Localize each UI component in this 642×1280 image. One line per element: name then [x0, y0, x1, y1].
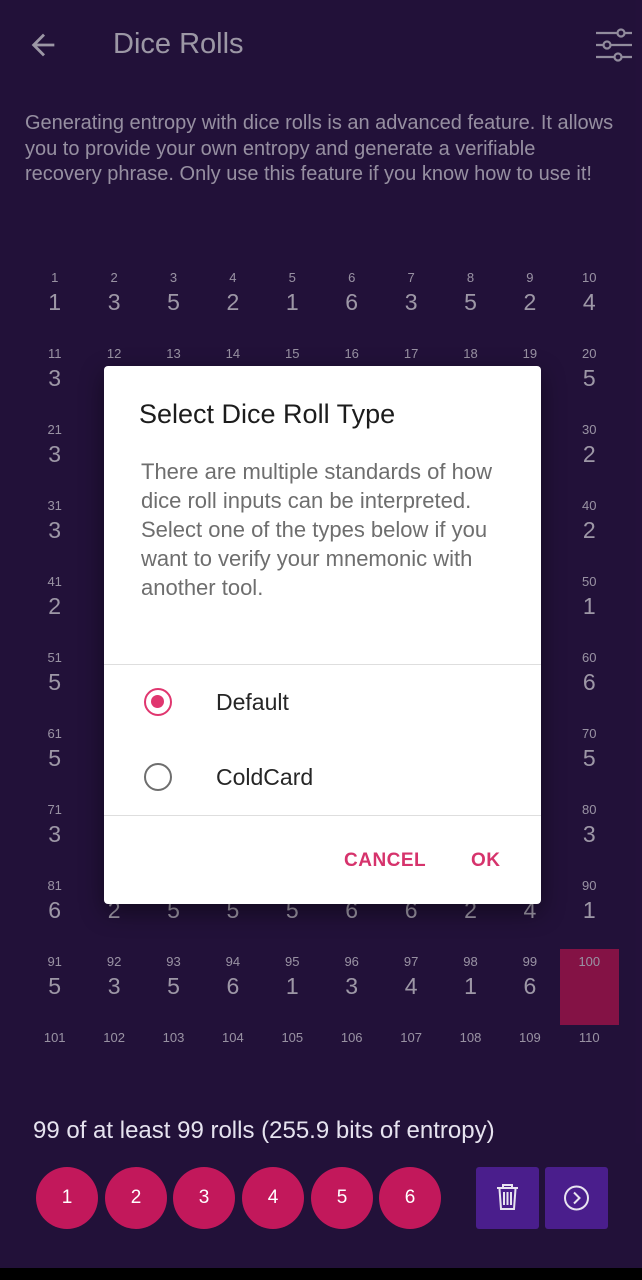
dialog-title: Select Dice Roll Type	[139, 399, 396, 429]
die-button-4[interactable]: 4	[242, 1167, 304, 1229]
radio-selected-icon[interactable]	[144, 688, 172, 716]
chevron-right-circle-icon	[564, 1185, 589, 1211]
ok-button[interactable]: OK	[471, 850, 501, 872]
cancel-button[interactable]: CANCEL	[344, 850, 426, 872]
dialog-divider-top	[104, 664, 541, 665]
option-default[interactable]: Default	[104, 669, 541, 739]
dice-roll-type-dialog: Select Dice Roll Type There are multiple…	[104, 366, 541, 904]
die-button-1[interactable]: 1	[36, 1167, 98, 1229]
die-button-2[interactable]: 2	[105, 1167, 167, 1229]
system-nav-bar	[0, 1268, 642, 1280]
option-default-label: Default	[216, 689, 289, 715]
die-button-3[interactable]: 3	[173, 1167, 235, 1229]
delete-button[interactable]	[476, 1167, 539, 1229]
die-button-5[interactable]: 5	[311, 1167, 373, 1229]
die-button-6[interactable]: 6	[379, 1167, 441, 1229]
entropy-status: 99 of at least 99 rolls (255.9 bits of e…	[33, 1117, 495, 1144]
radio-unselected-icon[interactable]	[144, 763, 172, 791]
next-button[interactable]	[545, 1167, 608, 1229]
trash-icon	[497, 1184, 518, 1210]
dialog-body: There are multiple standards of how dice…	[141, 459, 492, 600]
dialog-divider-bottom	[104, 815, 541, 816]
option-coldcard[interactable]: ColdCard	[104, 744, 541, 814]
option-coldcard-label: ColdCard	[216, 764, 314, 790]
